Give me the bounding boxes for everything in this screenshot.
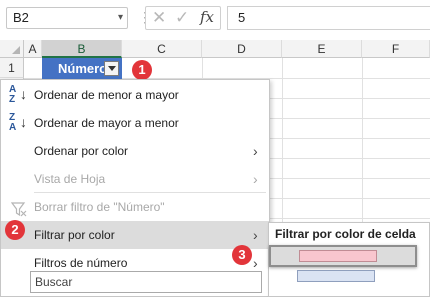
sort-descending-icon: Z A ↓	[9, 113, 27, 133]
enter-icon[interactable]: ✓	[175, 8, 189, 28]
name-box[interactable]: B2 ▾	[6, 7, 128, 29]
menu-item-sort-descending[interactable]: Z A ↓ Ordenar de mayor a menor	[1, 109, 269, 137]
color-swatch-pink	[299, 250, 377, 262]
menu-item-label: Vista de Hoja	[34, 172, 106, 186]
chevron-right-icon: ›	[253, 171, 258, 187]
formula-input[interactable]: 5	[227, 6, 430, 30]
formula-bar-separator[interactable]: ⋮	[138, 10, 152, 25]
insert-function-icon[interactable]: fx	[200, 8, 214, 26]
select-all-corner[interactable]	[0, 40, 24, 58]
column-header-c[interactable]: C	[122, 40, 202, 58]
search-input[interactable]: Buscar	[30, 271, 262, 293]
menu-item-clear-filter: Borrar filtro de "Número"	[1, 193, 269, 221]
step-badge-3: 3	[232, 245, 252, 265]
name-box-value: B2	[13, 10, 29, 25]
column-header-b[interactable]: B	[42, 40, 122, 58]
column-header-a[interactable]: A	[24, 40, 42, 58]
menu-item-sort-ascending[interactable]: A Z ↓ Ordenar de menor a mayor	[1, 81, 269, 109]
sort-arrow-icon: ↓	[20, 114, 27, 130]
filter-arrow-icon	[108, 66, 116, 71]
filter-by-color-submenu: Filtrar por color de celda	[268, 222, 430, 297]
step-badge-1: 1	[132, 60, 152, 80]
chevron-right-icon: ›	[253, 143, 258, 159]
column-header-f[interactable]: F	[362, 40, 430, 58]
row-header-1[interactable]: 1	[0, 58, 24, 78]
sort-ascending-icon: A Z ↓	[9, 85, 27, 105]
chevron-right-icon: ›	[253, 227, 258, 243]
column-header-e[interactable]: E	[282, 40, 362, 58]
filter-dropdown-button[interactable]	[104, 61, 119, 76]
step-badge-2: 2	[5, 220, 25, 240]
cancel-icon[interactable]: ✕	[152, 8, 166, 28]
menu-item-label: Ordenar por color	[34, 144, 129, 158]
menu-item-label: Borrar filtro de "Número"	[34, 200, 165, 214]
color-option-blue[interactable]	[297, 270, 375, 282]
menu-item-label: Ordenar de mayor a menor	[34, 116, 179, 130]
sort-arrow-icon: ↓	[20, 86, 27, 102]
filter-menu: A Z ↓ Ordenar de menor a mayor Z A ↓ Ord…	[0, 79, 270, 297]
menu-item-sheet-view: Vista de Hoja ›	[1, 165, 269, 193]
menu-item-filter-by-color[interactable]: Filtrar por color ›	[1, 221, 269, 249]
menu-item-sort-by-color[interactable]: Ordenar por color ›	[1, 137, 269, 165]
menu-item-label: Ordenar de menor a mayor	[34, 88, 179, 102]
formula-bar: B2 ▾ ⋮ ✕ ✓ fx 5	[0, 0, 430, 36]
select-all-triangle-icon	[12, 46, 20, 54]
formula-tools: ✕ ✓ fx	[145, 6, 221, 30]
color-option-pink[interactable]	[269, 245, 417, 267]
clear-filter-icon	[10, 199, 27, 217]
submenu-title: Filtrar por color de celda	[275, 227, 416, 241]
chevron-down-icon[interactable]: ▾	[118, 8, 123, 28]
column-header-d[interactable]: D	[202, 40, 282, 58]
menu-item-label: Filtrar por color	[34, 228, 115, 242]
